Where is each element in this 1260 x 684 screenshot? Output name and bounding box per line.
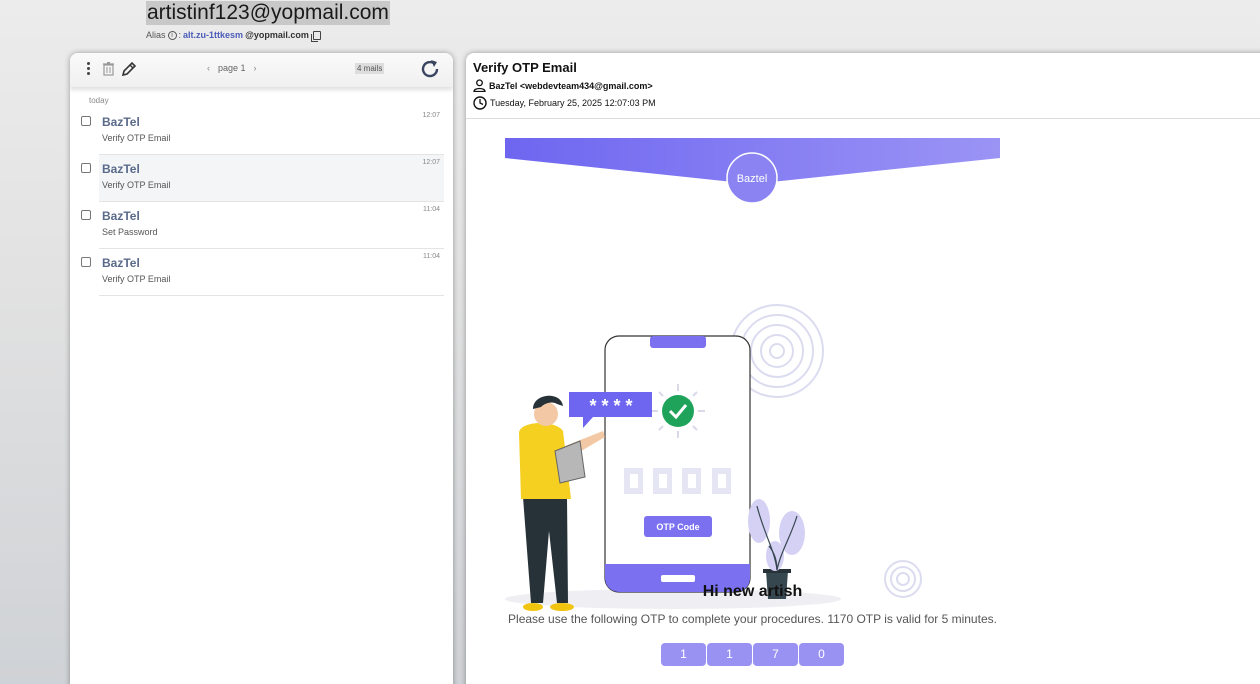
otp-code-button-text: OTP Code	[656, 522, 699, 532]
message-date: Tuesday, February 25, 2025 12:07:03 PM	[473, 96, 656, 110]
date-text: Tuesday, February 25, 2025 12:07:03 PM	[490, 98, 656, 108]
otp-mask-text: * * * *	[589, 396, 632, 416]
list-item[interactable]: BazTel Verify OTP Email 12:07	[81, 155, 444, 202]
mail-sender: BazTel	[102, 115, 140, 129]
otp-digits: 1 1 7 0	[661, 643, 844, 666]
alias-local-part[interactable]: alt.zu-1ttkesm	[183, 30, 243, 40]
message-from: BazTel <webdevteam434@gmail.com>	[473, 79, 653, 92]
mail-sender: BazTel	[102, 256, 140, 270]
inbox-email-address: artistinf123@yopmail.com	[146, 1, 390, 25]
mail-subject: Verify OTP Email	[102, 274, 171, 284]
otp-digit: 7	[753, 643, 798, 666]
mail-sender: BazTel	[102, 209, 140, 223]
select-checkbox[interactable]	[81, 163, 91, 173]
sender-address: BazTel <webdevteam434@gmail.com>	[489, 80, 653, 91]
list-item[interactable]: BazTel Set Password 11:04	[81, 202, 444, 249]
mail-subject: Verify OTP Email	[102, 180, 171, 190]
alias-separator: :	[178, 30, 182, 40]
select-checkbox[interactable]	[81, 257, 91, 267]
compose-icon[interactable]	[121, 61, 137, 77]
mail-time: 12:07	[422, 159, 440, 166]
alias-domain: @yopmail.com	[245, 30, 309, 40]
mail-time: 12:07	[422, 112, 440, 119]
otp-digit: 1	[707, 643, 752, 666]
logo-text: Baztel	[737, 173, 768, 185]
select-checkbox[interactable]	[81, 116, 91, 126]
greeting-heading: Hi new artish	[702, 583, 803, 600]
otp-message: Please use the following OTP to complete…	[508, 612, 997, 626]
email-banner: Baztel	[505, 138, 1000, 204]
more-options-icon[interactable]	[85, 62, 91, 78]
mail-time: 11:04	[423, 206, 440, 213]
refresh-icon[interactable]	[419, 58, 441, 80]
alias-label: Alias	[146, 30, 166, 40]
email-content: Baztel OTP Code * * * *	[505, 138, 1000, 611]
mail-time: 11:04	[423, 253, 440, 260]
page-label: page 1	[218, 63, 246, 73]
message-header: Verify OTP Email BazTel <webdevteam434@g…	[466, 53, 1260, 119]
copy-icon[interactable]	[310, 30, 321, 42]
otp-illustration: OTP Code * * * *	[505, 304, 922, 611]
mail-count-badge: 4 mails	[355, 63, 385, 74]
otp-digit: 1	[661, 643, 706, 666]
person-icon	[473, 79, 486, 92]
mail-sender: BazTel	[102, 162, 140, 176]
otp-digit: 0	[799, 643, 844, 666]
list-item[interactable]: BazTel Verify OTP Email 11:04	[81, 249, 444, 296]
trash-icon[interactable]	[103, 62, 114, 76]
list-toolbar: ‹ page 1 › 4 mails	[70, 53, 453, 87]
prev-page-button[interactable]: ‹	[207, 63, 210, 73]
clock-icon	[473, 96, 487, 110]
mail-subject: Set Password	[102, 227, 158, 237]
pager: ‹ page 1 ›	[207, 63, 257, 73]
mail-subject: Verify OTP Email	[102, 133, 171, 143]
mail-list-panel: ‹ page 1 › 4 mails today BazTel Verify O…	[70, 53, 453, 684]
select-checkbox[interactable]	[81, 210, 91, 220]
list-item[interactable]: BazTel Verify OTP Email 12:07	[81, 108, 444, 155]
message-pane: Verify OTP Email BazTel <webdevteam434@g…	[466, 53, 1260, 684]
alias-row: Alias i : alt.zu-1ttkesm @yopmail.com	[146, 30, 321, 42]
day-label: today	[89, 96, 109, 105]
message-subject: Verify OTP Email	[473, 60, 577, 75]
info-icon[interactable]: i	[167, 30, 177, 40]
next-page-button[interactable]: ›	[254, 63, 257, 73]
